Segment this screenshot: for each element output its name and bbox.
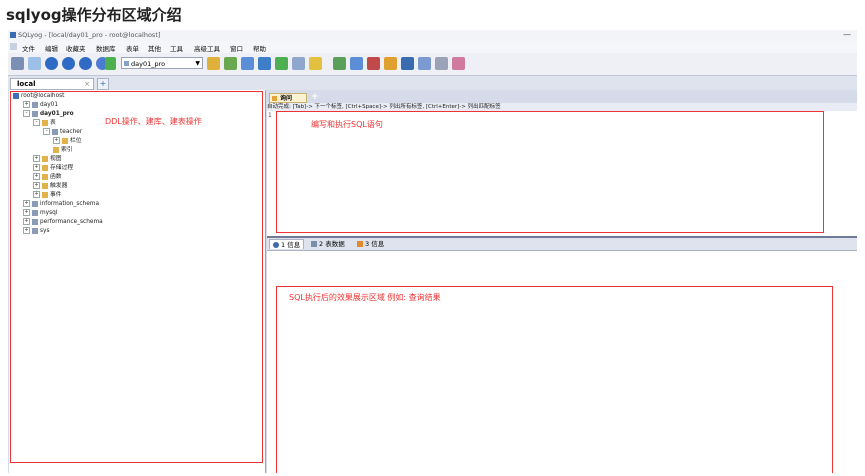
add-query-tab-button[interactable]: + — [311, 92, 319, 102]
stop-icon[interactable] — [258, 57, 271, 70]
new-query-icon[interactable] — [28, 57, 41, 70]
title-bar: SQLyog - [local/day01_pro - root@localho… — [8, 30, 857, 41]
backup-icon[interactable] — [79, 57, 92, 70]
sql-editor-annotation-text: 编写和执行SQL语句 — [311, 120, 383, 129]
info2-tab-icon — [357, 241, 363, 247]
menu-edit[interactable]: 编辑 — [45, 43, 58, 53]
query-tab-label: 询问 — [280, 95, 293, 102]
minimize-button[interactable]: — — [843, 30, 851, 39]
ddl-area-annotation-box — [10, 91, 263, 463]
execute-query-icon[interactable] — [207, 57, 220, 70]
query-builder-icon[interactable] — [292, 57, 305, 70]
results-panel: SQL执行后的效果展示区域 例如: 查询结果 — [267, 251, 857, 473]
database-selector-value: day01_pro — [131, 60, 166, 68]
schema-icon[interactable] — [105, 57, 116, 70]
menu-table[interactable]: 表单 — [126, 43, 139, 53]
menu-other[interactable]: 其他 — [148, 43, 161, 53]
chevron-down-icon: ▼ — [195, 60, 200, 67]
menu-tools[interactable]: 工具 — [170, 43, 183, 53]
execute-all-icon[interactable] — [224, 57, 237, 70]
copy-db-icon[interactable] — [333, 57, 346, 70]
autocomplete-hint: 自动完成: [Tab]-> 下一个标签, [Ctrl+Space]-> 列出所有… — [267, 103, 857, 111]
page-title: sqlyog操作分布区域介绍 — [6, 6, 182, 24]
close-icon[interactable]: × — [84, 79, 90, 90]
new-connection-icon[interactable] — [11, 57, 24, 70]
info-tab-icon — [273, 242, 279, 248]
export-icon[interactable] — [384, 57, 397, 70]
explain-icon[interactable] — [241, 57, 254, 70]
save-icon[interactable] — [62, 57, 75, 70]
line-number: 1 — [268, 112, 272, 119]
user-manager-icon[interactable] — [401, 57, 414, 70]
table-designer-icon[interactable] — [275, 57, 288, 70]
table-data-icon — [311, 241, 317, 247]
menu-advanced-tools[interactable]: 高级工具 — [194, 43, 220, 53]
menu-favorites[interactable]: 收藏夹 — [66, 43, 86, 53]
window-title: SQLyog - [local/day01_pro - root@localho… — [18, 31, 161, 39]
result-tabs: 1 信息 2 表数据 3 信息 — [267, 238, 857, 251]
ddl-area-annotation-text: DDL操作、建库、建表操作 — [105, 117, 202, 126]
connection-tabs: local × + — [8, 76, 857, 90]
result-tab-info[interactable]: 1 信息 — [269, 239, 305, 249]
menu-window[interactable]: 窗口 — [230, 43, 243, 53]
result-tab-info2[interactable]: 3 信息 — [357, 239, 384, 249]
menu-bar: 文件 编辑 收藏夹 数据库 表单 其他 工具 高级工具 窗口 帮助 — [8, 41, 857, 53]
sqlyog-window: SQLyog - [local/day01_pro - root@localho… — [8, 30, 857, 473]
results-annotation-text: SQL执行后的效果展示区域 例如: 查询结果 — [289, 293, 441, 302]
menu-help[interactable]: 帮助 — [253, 43, 266, 53]
toolbar: day01_pro ▼ — [8, 53, 857, 76]
info-icon[interactable] — [435, 57, 448, 70]
menu-database[interactable]: 数据库 — [96, 43, 116, 53]
query-tabs: 询问 + — [267, 92, 857, 103]
history-icon[interactable] — [418, 57, 431, 70]
query-area: 询问 + 自动完成: [Tab]-> 下一个标签, [Ctrl+Space]->… — [267, 90, 857, 473]
app-icon — [10, 32, 16, 38]
refresh-icon[interactable] — [45, 57, 58, 70]
sync-icon[interactable] — [350, 57, 363, 70]
format-icon[interactable] — [452, 57, 465, 70]
connection-tab-label: local — [17, 80, 36, 88]
database-selector[interactable]: day01_pro ▼ — [121, 57, 203, 69]
sql-editor[interactable]: 1 编写和执行SQL语句 — [267, 111, 857, 238]
query-tab[interactable]: 询问 — [269, 93, 307, 103]
result-tab-table-data[interactable]: 2 表数据 — [311, 239, 345, 249]
schema-designer-icon[interactable] — [309, 57, 322, 70]
result-tab-table-data-label: 2 表数据 — [319, 240, 345, 248]
import-icon[interactable] — [367, 57, 380, 70]
database-icon — [124, 61, 129, 66]
menu-doc-icon — [10, 43, 17, 50]
add-connection-tab-button[interactable]: + — [97, 78, 109, 90]
connection-tab-local[interactable]: local × — [10, 78, 94, 90]
result-tab-info2-label: 3 信息 — [365, 240, 385, 248]
query-tab-icon — [272, 96, 277, 101]
results-annotation-box — [276, 286, 833, 473]
menu-file[interactable]: 文件 — [22, 43, 35, 53]
object-browser: root@localhost + day01- day01_pro - 表 - teacher… — [9, 90, 266, 473]
result-tab-info-label: 1 信息 — [281, 241, 301, 249]
